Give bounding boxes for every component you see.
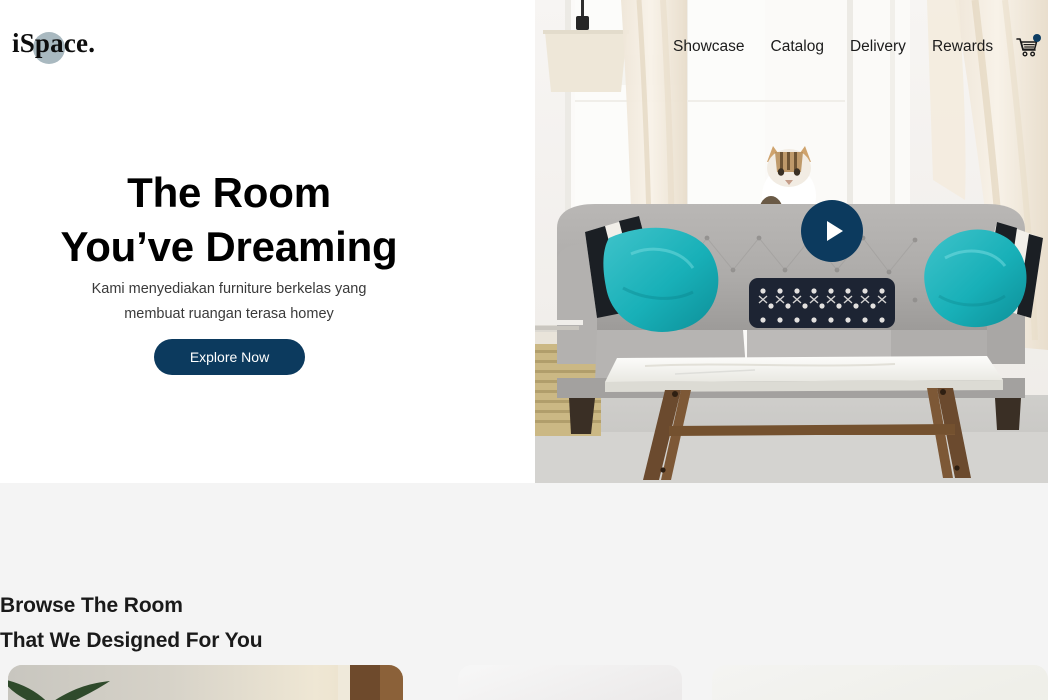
hero-subcopy: Kami menyediakan furniture berkelas yang… [0, 277, 458, 327]
room-photo-illustration [8, 665, 403, 700]
browse-section: Browse The Room That We Designed For You [0, 483, 1048, 700]
landing-page: iSpace. Showcase Catalog Delivery Reward… [0, 0, 1048, 700]
main-navigation: Showcase Catalog Delivery Rewards [660, 34, 1042, 60]
headline-line-1: The Room [127, 169, 331, 217]
page-title: The Room You’ve Dreaming [0, 166, 458, 274]
play-icon [826, 221, 843, 241]
subcopy-line-2: membuat ruangan terasa homey [124, 305, 334, 322]
category-card-photo[interactable] [8, 665, 403, 700]
nav-item-showcase[interactable]: Showcase [660, 37, 758, 57]
cart-badge-dot [1033, 34, 1042, 42]
nav-item-delivery[interactable]: Delivery [837, 37, 919, 57]
browse-heading-line-2: That We Designed For You [0, 629, 263, 653]
lumbar-pillow [749, 278, 895, 328]
explore-now-button[interactable]: Explore Now [154, 339, 305, 375]
hero-image [535, 0, 1048, 483]
category-card-bedroom[interactable]: Bed Room [712, 665, 1048, 700]
subcopy-line-1: Kami menyediakan furniture berkelas yang [91, 280, 367, 297]
browse-heading: Browse The Room That We Designed For You [0, 588, 263, 658]
category-card-decoration[interactable]: Decoration [458, 665, 682, 700]
headline-line-2: You’ve Dreaming [60, 223, 398, 271]
cart-button[interactable] [1014, 34, 1042, 60]
hero-section: iSpace. Showcase Catalog Delivery Reward… [0, 0, 1048, 483]
play-video-button[interactable] [801, 200, 863, 262]
living-room-illustration [535, 0, 1048, 483]
nav-item-rewards[interactable]: Rewards [919, 37, 1006, 57]
browse-heading-line-1: Browse The Room [0, 594, 183, 618]
room-category-cards: Decoration Bed Room [0, 665, 1048, 700]
brand-logo[interactable]: iSpace. [12, 28, 95, 59]
nav-item-catalog[interactable]: Catalog [758, 37, 837, 57]
